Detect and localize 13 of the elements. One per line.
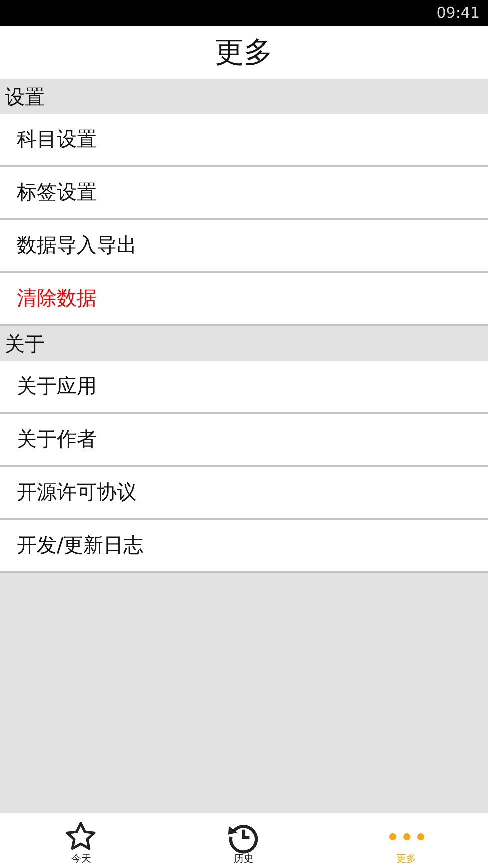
status-time: 09:41 [436, 4, 480, 22]
settings-item[interactable]: 关于应用 [0, 361, 488, 414]
settings-item[interactable]: 关于作者 [0, 414, 488, 467]
settings-item[interactable]: 数据导入导出 [0, 220, 488, 273]
nav-tab[interactable]: 历史 [162, 813, 326, 867]
settings-item[interactable]: 标签设置 [0, 167, 488, 220]
settings-item[interactable]: 清除数据 [0, 273, 488, 326]
nav-tab[interactable]: 今天 [0, 813, 163, 867]
more-icon [386, 833, 427, 841]
settings-item[interactable]: 开源许可协议 [0, 467, 488, 520]
page-title: 更多 [215, 34, 273, 70]
settings-item[interactable]: 科目设置 [0, 114, 488, 167]
settings-item[interactable]: 开发/更新日志 [0, 520, 488, 573]
